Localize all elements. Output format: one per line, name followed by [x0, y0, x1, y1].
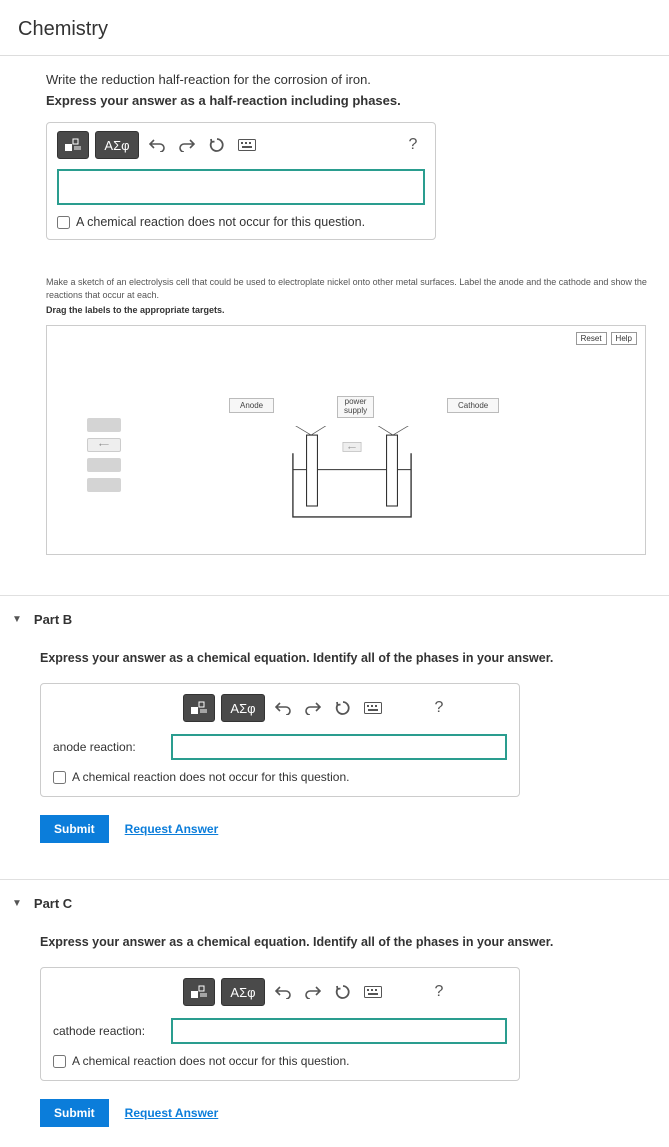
keyboard-icon[interactable]: [361, 980, 385, 1004]
drop-target[interactable]: [87, 478, 121, 492]
redo-icon[interactable]: [175, 133, 199, 157]
page-title: Chemistry: [0, 0, 669, 55]
equation-toolbar: ΑΣφ ?: [183, 694, 507, 722]
part-b-instruction: Express your answer as a chemical equati…: [40, 643, 669, 683]
question-instruction: Express your answer as a half-reaction i…: [46, 93, 669, 122]
help-icon[interactable]: ?: [427, 696, 451, 720]
reset-button[interactable]: Reset: [576, 332, 607, 345]
electrolysis-diagram: ⟵: [277, 426, 427, 526]
submit-button[interactable]: Submit: [40, 1099, 109, 1127]
format-template-button[interactable]: [57, 131, 89, 159]
no-reaction-checkbox-row[interactable]: A chemical reaction does not occur for t…: [53, 1044, 507, 1068]
symbols-button[interactable]: ΑΣφ: [221, 978, 265, 1006]
cathode-label[interactable]: Cathode: [447, 398, 499, 413]
no-reaction-checkbox-row[interactable]: A chemical reaction does not occur for t…: [53, 760, 507, 784]
undo-icon[interactable]: [271, 696, 295, 720]
symbols-button[interactable]: ΑΣφ: [95, 131, 139, 159]
part-c-instruction: Express your answer as a chemical equati…: [40, 927, 669, 967]
no-reaction-checkbox[interactable]: [57, 216, 70, 229]
submit-button[interactable]: Submit: [40, 815, 109, 843]
svg-text:⟵: ⟵: [348, 446, 356, 452]
power-supply-label[interactable]: power supply: [337, 396, 374, 418]
drop-target[interactable]: [87, 418, 121, 432]
anode-label[interactable]: Anode: [229, 398, 274, 413]
no-reaction-label: A chemical reaction does not occur for t…: [76, 215, 365, 229]
no-reaction-label: A chemical reaction does not occur for t…: [72, 1054, 349, 1068]
drop-target[interactable]: [87, 458, 121, 472]
request-answer-link[interactable]: Request Answer: [125, 822, 219, 836]
keyboard-icon[interactable]: [361, 696, 385, 720]
power-line2: supply: [344, 406, 367, 415]
no-reaction-checkbox-row[interactable]: A chemical reaction does not occur for t…: [57, 205, 425, 229]
cathode-reaction-input[interactable]: [171, 1018, 507, 1044]
undo-icon[interactable]: [271, 980, 295, 1004]
part-b-header[interactable]: ▼ Part B: [0, 596, 669, 643]
answer-box: ΑΣφ ? A chemical reaction does not occur…: [46, 122, 436, 240]
redo-icon[interactable]: [301, 696, 325, 720]
anode-reaction-label: anode reaction:: [53, 740, 163, 754]
part-b-answer-box: ΑΣφ ? anode reaction: A chemical reactio…: [40, 683, 520, 797]
cathode-reaction-label: cathode reaction:: [53, 1024, 163, 1038]
no-reaction-label: A chemical reaction does not occur for t…: [72, 770, 349, 784]
help-button[interactable]: Help: [611, 332, 637, 345]
help-icon[interactable]: ?: [427, 980, 451, 1004]
reset-icon[interactable]: [205, 133, 229, 157]
power-line1: power: [345, 397, 367, 406]
no-reaction-checkbox[interactable]: [53, 771, 66, 784]
anode-reaction-input[interactable]: [171, 734, 507, 760]
keyboard-icon[interactable]: [235, 133, 259, 157]
collapse-caret-icon[interactable]: ▼: [12, 898, 22, 909]
part-b-title: Part B: [34, 612, 72, 627]
equation-toolbar: ΑΣφ ?: [57, 131, 425, 159]
symbols-button[interactable]: ΑΣφ: [221, 694, 265, 722]
format-template-button[interactable]: [183, 978, 215, 1006]
part-c-header[interactable]: ▼ Part C: [0, 880, 669, 927]
reset-icon[interactable]: [331, 980, 355, 1004]
diagram-canvas: Reset Help ⟵ Anode Cathode power supply: [46, 325, 646, 555]
drop-target[interactable]: ⟵: [87, 438, 121, 452]
part-c-answer-box: ΑΣφ ? cathode reaction: A chemical react…: [40, 967, 520, 1081]
answer-input[interactable]: [57, 169, 425, 205]
equation-toolbar: ΑΣφ ?: [183, 978, 507, 1006]
reset-icon[interactable]: [331, 696, 355, 720]
help-icon[interactable]: ?: [401, 133, 425, 157]
part-c-title: Part C: [34, 896, 72, 911]
question-prompt: Write the reduction half-reaction for th…: [46, 56, 669, 93]
format-template-button[interactable]: [183, 694, 215, 722]
sketch-prompt: Make a sketch of an electrolysis cell th…: [46, 260, 669, 305]
request-answer-link[interactable]: Request Answer: [125, 1106, 219, 1120]
sketch-instruction: Drag the labels to the appropriate targe…: [46, 305, 669, 325]
redo-icon[interactable]: [301, 980, 325, 1004]
no-reaction-checkbox[interactable]: [53, 1055, 66, 1068]
undo-icon[interactable]: [145, 133, 169, 157]
collapse-caret-icon[interactable]: ▼: [12, 614, 22, 625]
